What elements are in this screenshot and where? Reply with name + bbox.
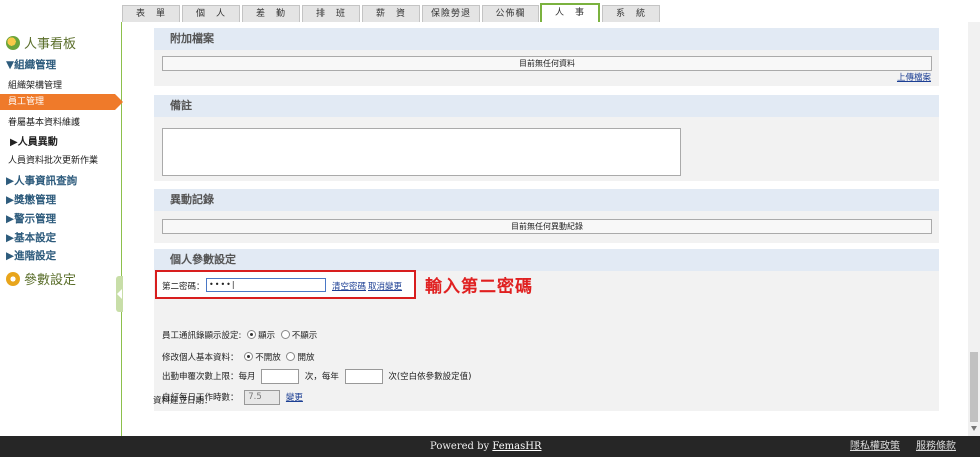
sidebar-group-advanced[interactable]: ▶進階設定 [6, 248, 56, 263]
sidebar-group-hr-query[interactable]: ▶人事資訊查詢 [6, 173, 77, 188]
hide-label: 不顯示 [291, 331, 318, 341]
attendance-limit-label: 出勤申覆次數上限：每月 [162, 372, 256, 382]
clear-password-link[interactable]: 清空密碼 [332, 280, 366, 292]
daily-hours-input[interactable]: 7.5 [244, 390, 281, 405]
tab-payroll[interactable]: 薪 資 [362, 5, 420, 22]
tab-bulletin[interactable]: 公佈欄 [482, 5, 539, 22]
created-date-label: 資料建立日期： [153, 396, 213, 406]
yearly-limit-input[interactable] [344, 369, 383, 384]
annotation-text: 輸入第二密碼 [425, 277, 533, 297]
privacy-link[interactable]: 隱私權政策 [850, 436, 900, 457]
edit-basic-row: 修改個人基本資料： 不開放 開放 [162, 351, 314, 363]
sidebar-item-org-chart[interactable]: 組織架構管理 [8, 78, 62, 91]
powered-prefix: Powered by [430, 441, 493, 452]
upload-file-link[interactable]: 上傳檔案 [897, 71, 931, 83]
monthly-limit-input[interactable] [261, 369, 300, 384]
show-radio[interactable] [247, 330, 257, 339]
tab-insurance[interactable]: 保險勞退 [422, 5, 480, 22]
terms-link[interactable]: 服務條款 [916, 436, 956, 457]
hr-board-header[interactable]: 人事看板 [6, 33, 76, 52]
sidebar-group-reward[interactable]: ▶獎懲管理 [6, 192, 56, 207]
scroll-down-icon[interactable] [971, 426, 977, 431]
params-header[interactable]: 參數設定 [6, 269, 76, 288]
second-password-input[interactable]: ••••| [206, 278, 326, 292]
second-password-highlight: 第二密碼： ••••| 清空密碼 取消變更 [155, 270, 416, 299]
sidebar-group-warning[interactable]: ▶警示管理 [6, 211, 56, 226]
notes-textarea[interactable] [162, 128, 681, 176]
sidebar-group-basic-settings[interactable]: ▶基本設定 [6, 230, 56, 245]
top-tab-bar: 表 單 個 人 差 勤 排 班 薪 資 保險勞退 公佈欄 人 事 系 統 [0, 0, 980, 23]
second-password-label: 第二密碼： [162, 282, 205, 292]
gear-icon [6, 272, 20, 286]
attachments-panel: 附加檔案 目前無任何資料 上傳檔案 [154, 28, 939, 86]
powered-by: Powered by FemasHR [430, 436, 541, 457]
tab-forms[interactable]: 表 單 [122, 5, 180, 22]
notes-title: 備註 [154, 95, 939, 117]
hr-board-title: 人事看板 [24, 37, 77, 52]
tab-hr[interactable]: 人 事 [540, 3, 600, 23]
open-radio[interactable] [286, 352, 296, 361]
open-label: 開放 [297, 353, 315, 363]
times-note: 次(空白依參數設定值) [388, 372, 472, 382]
times-per-year-label: 次，每年 [304, 372, 339, 382]
contacts-display-row: 員工通訊錄顯示設定: 顯示 不顯示 [162, 329, 317, 341]
sidebar: 人事看板 ▼組織管理 組織架構管理 員工管理 眷屬基本資料維護 ▶人員異動 人員… [0, 22, 124, 436]
attendance-limit-row: 出勤申覆次數上限：每月 次，每年 次(空白依參數設定值) [162, 369, 471, 384]
cancel-change-link[interactable]: 取消變更 [368, 280, 402, 292]
not-open-label: 不開放 [255, 353, 281, 363]
tab-attendance[interactable]: 差 勤 [242, 5, 300, 22]
attachments-empty: 目前無任何資料 [162, 56, 932, 71]
notes-panel: 備註 [154, 95, 939, 181]
personal-settings-title: 個人參數設定 [154, 249, 939, 271]
main-content: 附加檔案 目前無任何資料 上傳檔案 備註 異動記錄 目前無任何異動紀錄 個人參數… [123, 22, 968, 436]
brand-link[interactable]: FemasHR [492, 441, 541, 452]
tab-scheduling[interactable]: 排 班 [302, 5, 360, 22]
sidebar-sub-personnel-change[interactable]: ▶人員異動 [10, 133, 58, 148]
not-open-radio[interactable] [244, 352, 254, 361]
attachments-title: 附加檔案 [154, 28, 939, 50]
change-log-title: 異動記錄 [154, 189, 939, 211]
sidebar-item-batch-update[interactable]: 人員資料批次更新作業 [8, 153, 98, 166]
change-log-panel: 異動記錄 目前無任何異動紀錄 [154, 189, 939, 243]
contacts-display-label: 員工通訊錄顯示設定: [162, 331, 242, 341]
footer: Powered by FemasHR 隱私權政策 服務條款 [0, 436, 980, 457]
tab-system[interactable]: 系 統 [602, 5, 660, 22]
sidebar-item-employee-mgmt[interactable]: 員工管理 [0, 94, 123, 110]
params-title: 參數設定 [24, 273, 77, 288]
sidebar-group-org[interactable]: ▼組織管理 [6, 57, 56, 72]
scroll-thumb[interactable] [970, 352, 978, 422]
hr-board-icon [6, 36, 20, 50]
edit-basic-label: 修改個人基本資料： [162, 353, 239, 363]
change-log-empty: 目前無任何異動紀錄 [162, 219, 932, 234]
sidebar-item-dependents[interactable]: 眷屬基本資料維護 [8, 115, 80, 128]
tab-personal[interactable]: 個 人 [182, 5, 240, 22]
show-label: 顯示 [258, 331, 276, 341]
page-scrollbar[interactable] [968, 22, 980, 436]
hide-radio[interactable] [280, 330, 290, 339]
change-hours-link[interactable]: 變更 [286, 393, 303, 403]
